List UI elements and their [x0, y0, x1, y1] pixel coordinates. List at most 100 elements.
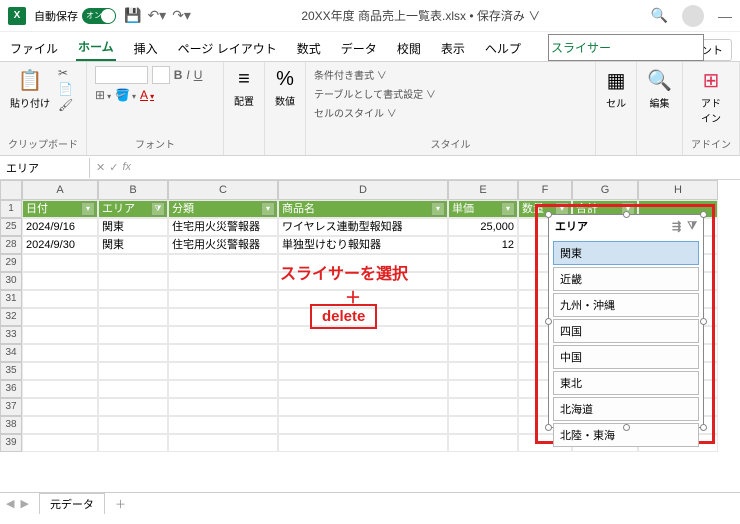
user-avatar[interactable]: [682, 5, 704, 27]
underline-button[interactable]: U: [194, 68, 203, 82]
cell[interactable]: [168, 362, 278, 380]
slicer-item[interactable]: 東北: [553, 371, 699, 395]
alignment-button[interactable]: ≡配置: [232, 66, 256, 110]
cell[interactable]: [168, 308, 278, 326]
cell[interactable]: [278, 362, 448, 380]
tab-pagelayout[interactable]: ページ レイアウト: [176, 36, 279, 61]
format-painter-icon[interactable]: 🖌: [58, 98, 73, 112]
cell[interactable]: 関東: [98, 236, 168, 254]
cell[interactable]: 2024/9/16: [22, 218, 98, 236]
add-sheet-button[interactable]: ＋: [115, 496, 126, 512]
edit-button[interactable]: 🔍編集: [645, 66, 674, 112]
cell[interactable]: [22, 290, 98, 308]
filter-icon[interactable]: ▾: [81, 202, 95, 216]
name-box[interactable]: エリア: [0, 158, 90, 178]
border-button[interactable]: ⊞: [95, 88, 111, 102]
format-as-table-button[interactable]: テーブルとして書式設定 ∨: [314, 85, 436, 102]
cell[interactable]: [168, 290, 278, 308]
cell[interactable]: [448, 416, 518, 434]
cell[interactable]: [278, 344, 448, 362]
cell[interactable]: 2024/9/30: [22, 236, 98, 254]
cell[interactable]: [22, 272, 98, 290]
row-header[interactable]: 30: [0, 272, 22, 290]
cell[interactable]: [98, 398, 168, 416]
row-header[interactable]: 35: [0, 362, 22, 380]
cell[interactable]: [98, 344, 168, 362]
cell[interactable]: [22, 416, 98, 434]
bold-button[interactable]: B: [174, 68, 183, 82]
font-name-combo[interactable]: [95, 66, 148, 84]
cell[interactable]: [278, 380, 448, 398]
tab-home[interactable]: ホーム: [76, 34, 116, 61]
font-color-button[interactable]: A: [140, 88, 154, 102]
tab-review[interactable]: 校閲: [395, 36, 423, 61]
table-header[interactable]: 単価▾: [448, 200, 518, 218]
cell[interactable]: [98, 380, 168, 398]
row-header[interactable]: 31: [0, 290, 22, 308]
cell[interactable]: [448, 362, 518, 380]
slicer-item[interactable]: 近畿: [553, 267, 699, 291]
cell[interactable]: [168, 272, 278, 290]
cell[interactable]: [448, 272, 518, 290]
row-header[interactable]: 29: [0, 254, 22, 272]
slicer-item[interactable]: 北海道: [553, 397, 699, 421]
cell[interactable]: [22, 308, 98, 326]
cell[interactable]: [22, 344, 98, 362]
table-header[interactable]: エリア⧩: [98, 200, 168, 218]
cell[interactable]: [98, 326, 168, 344]
cell[interactable]: [22, 326, 98, 344]
undo-icon[interactable]: ↶▾: [147, 7, 166, 24]
tab-file[interactable]: ファイル: [8, 36, 60, 61]
cell[interactable]: 12: [448, 236, 518, 254]
row-header[interactable]: 37: [0, 398, 22, 416]
cell[interactable]: [98, 434, 168, 452]
row-header[interactable]: 39: [0, 434, 22, 452]
cell[interactable]: 関東: [98, 218, 168, 236]
cells-button[interactable]: ▦セル: [604, 66, 628, 112]
filter-icon[interactable]: ▾: [431, 202, 445, 216]
worksheet-grid[interactable]: A B C D E F G H 1 日付▾ エリア⧩ 分類▾ 商品名▾ 単価▾ …: [0, 180, 740, 492]
clear-filter-icon[interactable]: ⧩: [687, 220, 697, 233]
conditional-format-button[interactable]: 条件付き書式 ∨: [314, 66, 387, 83]
next-sheet-icon[interactable]: ▶: [20, 497, 28, 510]
save-icon[interactable]: 💾: [124, 7, 141, 24]
multiselect-icon[interactable]: ⇶: [672, 220, 681, 233]
fx-icon[interactable]: fx: [122, 161, 131, 174]
slicer-item[interactable]: 四国: [553, 319, 699, 343]
cell[interactable]: [168, 380, 278, 398]
enter-icon[interactable]: ✓: [109, 161, 118, 174]
tab-slicer[interactable]: スライサー: [548, 34, 704, 61]
col-header-a[interactable]: A: [22, 180, 98, 200]
row-header[interactable]: 28: [0, 236, 22, 254]
cell[interactable]: [98, 362, 168, 380]
row-header[interactable]: 36: [0, 380, 22, 398]
italic-button[interactable]: I: [186, 68, 189, 82]
copy-icon[interactable]: 📄: [58, 82, 73, 96]
cell[interactable]: [448, 380, 518, 398]
search-icon[interactable]: 🔍: [651, 7, 668, 24]
number-format-button[interactable]: %数値: [273, 66, 297, 110]
row-header[interactable]: 32: [0, 308, 22, 326]
select-all-corner[interactable]: [0, 180, 22, 200]
cell[interactable]: [168, 344, 278, 362]
toggle-switch[interactable]: オン: [82, 8, 116, 24]
cell[interactable]: [278, 398, 448, 416]
cell[interactable]: [448, 344, 518, 362]
table-header[interactable]: 日付▾: [22, 200, 98, 218]
cell[interactable]: ワイヤレス連動型報知器: [278, 218, 448, 236]
cell[interactable]: [168, 326, 278, 344]
col-header-g[interactable]: G: [572, 180, 638, 200]
cell[interactable]: [98, 254, 168, 272]
cell[interactable]: [448, 398, 518, 416]
addin-button[interactable]: ⊞アド イン: [691, 66, 731, 127]
cell[interactable]: 単独型けむり報知器: [278, 236, 448, 254]
slicer-panel[interactable]: エリア⇶⧩ 関東近畿九州・沖縄四国中国東北北海道北陸・東海: [548, 214, 704, 428]
sheet-tab[interactable]: 元データ: [39, 493, 105, 514]
col-header-b[interactable]: B: [98, 180, 168, 200]
cell[interactable]: 住宅用火災警報器: [168, 236, 278, 254]
slicer-item[interactable]: 九州・沖縄: [553, 293, 699, 317]
row-header[interactable]: 38: [0, 416, 22, 434]
font-size-combo[interactable]: [152, 66, 169, 84]
fill-color-button[interactable]: 🪣: [115, 88, 136, 102]
tab-formulas[interactable]: 数式: [295, 36, 323, 61]
